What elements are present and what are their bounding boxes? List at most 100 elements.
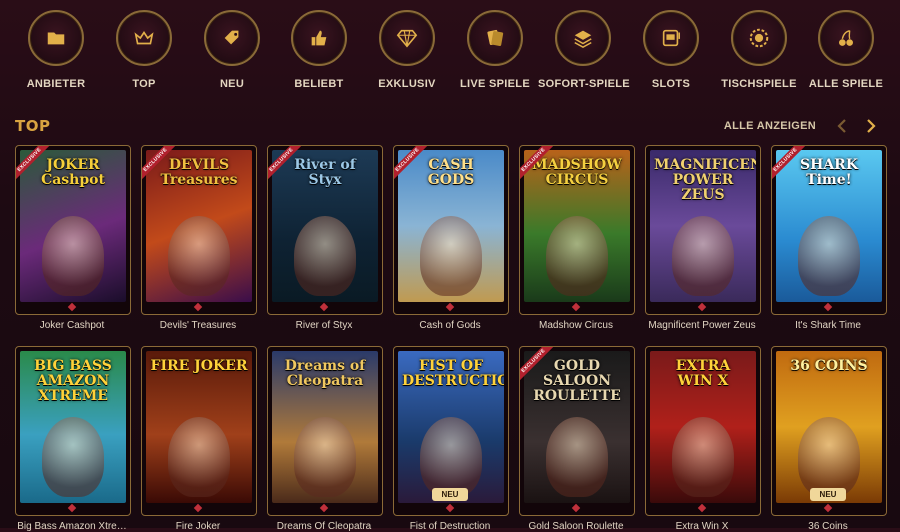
game-character	[420, 216, 482, 296]
category-circle	[555, 10, 611, 66]
game-name[interactable]: It's Shark Time	[765, 320, 891, 331]
game-art-title: River of Styx	[294, 157, 356, 188]
diamond-icon	[396, 29, 418, 48]
game-artwork: FIRE JOKER	[146, 351, 252, 503]
game-artwork: FIST OF DESTRUCTION	[398, 351, 504, 503]
game-character	[42, 216, 104, 296]
game-name[interactable]: Magnificent Power Zeus	[639, 320, 765, 331]
game-artwork: SHARK Time!	[776, 150, 882, 302]
game-art-title: DEVILS Treasures	[160, 157, 238, 188]
game-art-title: MADSHOW CIRCUS	[532, 157, 622, 188]
game-card[interactable]: Dreams of Cleopatra	[267, 346, 383, 516]
category-bar: ANBIETER TOP NEU BELIEBT EXKLUSIV LIVE S…	[0, 10, 900, 92]
chip-icon	[749, 28, 769, 48]
gem-icon	[67, 503, 77, 513]
category-label: SLOTS	[651, 78, 691, 90]
gem-icon	[193, 302, 203, 312]
game-card[interactable]: JOKER Cashpot EXCLUSIVE	[15, 145, 131, 315]
game-art-title: CASH GODS	[427, 157, 475, 188]
game-character	[168, 216, 230, 296]
game-name[interactable]: Fist of Destruction	[387, 521, 513, 532]
category-alle-spiele[interactable]: ALLE SPIELE	[801, 10, 891, 90]
game-card[interactable]: GOLD SALOON ROULETTE EXCLUSIVE	[519, 346, 635, 516]
game-character	[672, 417, 734, 497]
gem-icon	[193, 503, 203, 513]
category-label: ALLE SPIELE	[808, 78, 884, 90]
category-circle	[291, 10, 347, 66]
game-card[interactable]: BIG BASS AMAZON XTREME	[15, 346, 131, 516]
category-circle	[379, 10, 435, 66]
chevron-left-icon[interactable]	[835, 117, 849, 135]
new-badge: NEU	[810, 488, 846, 501]
category-label: ANBIETER	[26, 78, 86, 90]
game-card[interactable]: River of Styx EXCLUSIVE	[267, 145, 383, 315]
game-card[interactable]: FIRE JOKER	[141, 346, 257, 516]
game-art-title: MAGNIFICENT POWER ZEUS	[654, 157, 756, 203]
category-beliebt[interactable]: BELIEBT	[274, 10, 364, 90]
category-circle	[643, 10, 699, 66]
category-label: SOFORT-SPIELE	[538, 78, 630, 90]
game-artwork: Dreams of Cleopatra	[272, 351, 378, 503]
game-character	[168, 417, 230, 497]
game-art-title: GOLD SALOON ROULETTE	[533, 358, 621, 404]
gem-icon	[319, 503, 329, 513]
game-name[interactable]: Devils' Treasures	[135, 320, 261, 331]
folder-icon	[47, 32, 65, 45]
game-card[interactable]: FIST OF DESTRUCTION NEU	[393, 346, 509, 516]
gem-icon	[823, 302, 833, 312]
tag-icon	[224, 30, 239, 45]
game-name[interactable]: Dreams Of Cleopatra	[261, 521, 387, 532]
category-live-spiele[interactable]: LIVE SPIELE	[450, 10, 540, 90]
game-character	[294, 216, 356, 296]
game-name[interactable]: River of Styx	[261, 320, 387, 331]
game-artwork: MAGNIFICENT POWER ZEUS	[650, 150, 756, 302]
game-name[interactable]: Gold Saloon Roulette	[513, 521, 639, 532]
game-character	[546, 417, 608, 497]
gem-icon	[571, 503, 581, 513]
game-artwork: GOLD SALOON ROULETTE	[524, 351, 630, 503]
category-top[interactable]: TOP	[99, 10, 189, 90]
game-card[interactable]: MAGNIFICENT POWER ZEUS	[645, 145, 761, 315]
game-character	[420, 417, 482, 497]
game-name[interactable]: Extra Win X	[639, 521, 765, 532]
cherries-icon	[839, 29, 853, 46]
slot-machine-icon	[662, 29, 680, 47]
game-art-title: 36 COINS	[790, 358, 868, 374]
game-card[interactable]: EXTRA WIN X	[645, 346, 761, 516]
section-title: TOP	[15, 117, 51, 135]
game-artwork: 36 COINS	[776, 351, 882, 503]
gem-icon	[445, 503, 455, 513]
game-art-title: BIG BASS AMAZON XTREME	[34, 358, 112, 404]
view-all-link[interactable]: ALLE ANZEIGEN	[724, 120, 816, 132]
gem-icon	[823, 503, 833, 513]
game-name[interactable]: Fire Joker	[135, 521, 261, 532]
game-character	[798, 417, 860, 497]
game-card[interactable]: MADSHOW CIRCUS EXCLUSIVE	[519, 145, 635, 315]
category-anbieter[interactable]: ANBIETER	[11, 10, 101, 90]
game-name[interactable]: Cash of Gods	[387, 320, 513, 331]
gem-icon	[697, 503, 707, 513]
category-circle	[818, 10, 874, 66]
game-character	[546, 216, 608, 296]
category-exklusiv[interactable]: EXKLUSIV	[362, 10, 452, 90]
game-name[interactable]: 36 Coins	[765, 521, 891, 532]
game-name[interactable]: Joker Cashpot	[9, 320, 135, 331]
game-card[interactable]: SHARK Time! EXCLUSIVE	[771, 145, 887, 315]
game-artwork: CASH GODS	[398, 150, 504, 302]
game-name[interactable]: Big Bass Amazon Xtre…	[9, 521, 135, 532]
game-card[interactable]: CASH GODS EXCLUSIVE	[393, 145, 509, 315]
category-neu[interactable]: NEU	[187, 10, 277, 90]
chevron-right-icon[interactable]	[864, 117, 878, 135]
category-circle	[28, 10, 84, 66]
category-slots[interactable]: SLOTS	[626, 10, 716, 90]
game-art-title: FIST OF DESTRUCTION	[402, 358, 504, 389]
category-label: LIVE SPIELE	[460, 78, 530, 90]
game-name[interactable]: Madshow Circus	[513, 320, 639, 331]
category-sofort-spiele[interactable]: SOFORT-SPIELE	[538, 10, 630, 90]
category-tischspiele[interactable]: TISCHSPIELE	[714, 10, 804, 90]
game-card[interactable]: 36 COINS NEU	[771, 346, 887, 516]
game-card[interactable]: DEVILS Treasures EXCLUSIVE	[141, 145, 257, 315]
game-character	[798, 216, 860, 296]
gem-icon	[571, 302, 581, 312]
game-artwork: DEVILS Treasures	[146, 150, 252, 302]
